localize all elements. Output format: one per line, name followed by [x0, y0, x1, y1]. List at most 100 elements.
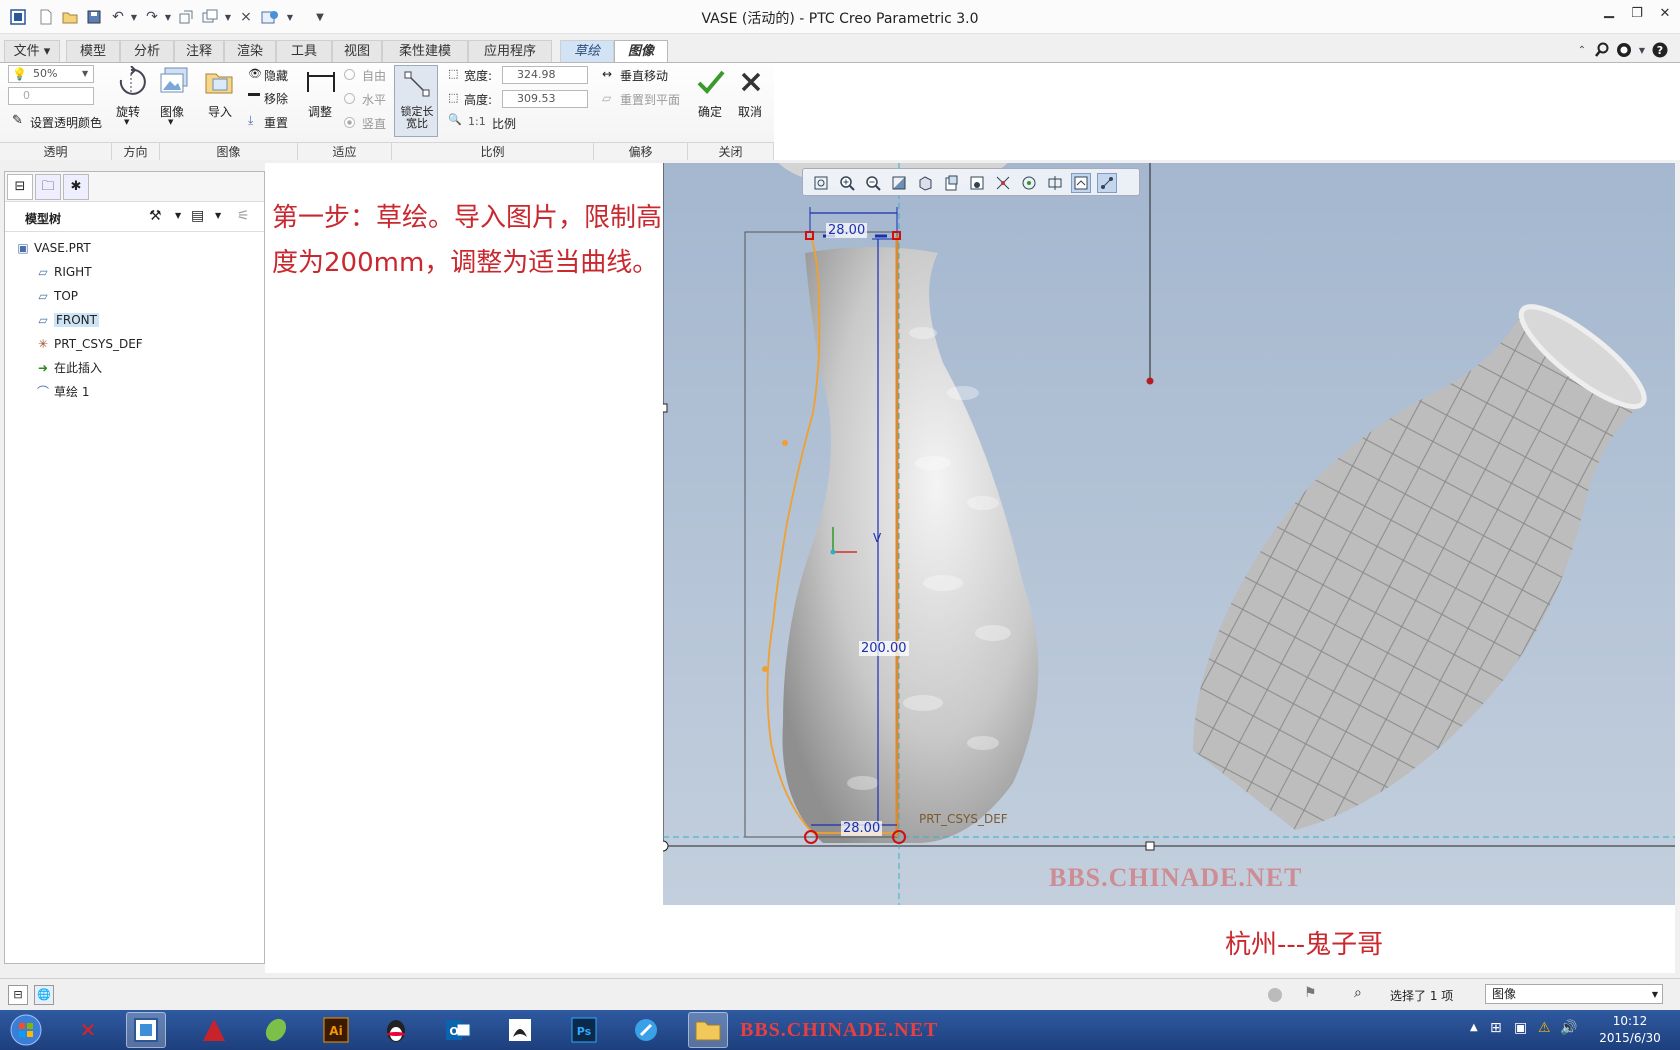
sketch-overlay[interactable] [663, 163, 1675, 905]
datum-display-icon[interactable] [993, 173, 1013, 193]
spin-center-icon[interactable] [1019, 173, 1039, 193]
cancel-button[interactable]: 取消 [738, 103, 762, 120]
tab-analysis[interactable]: 分析 [120, 40, 174, 62]
taskbar-acrobat-icon[interactable] [500, 1012, 540, 1048]
tree-item-csys[interactable]: ✳ PRT_CSYS_DEF [35, 334, 143, 354]
taskbar-browser-icon[interactable] [626, 1012, 666, 1048]
display-style-icon[interactable] [915, 173, 935, 193]
tray-volume-icon[interactable]: 🔊 [1560, 1020, 1577, 1036]
horizontal-radio[interactable] [344, 93, 355, 104]
favorites-tab-icon[interactable]: ✱ [63, 174, 89, 200]
ok-icon[interactable] [694, 65, 728, 99]
restore-icon[interactable]: ❐ [1626, 6, 1648, 26]
sketcher-display-icon[interactable] [1097, 173, 1117, 193]
community-icon[interactable] [1614, 40, 1634, 60]
import-button[interactable]: 导入 [208, 103, 232, 120]
hide-button[interactable]: 隐藏 [264, 67, 288, 84]
collapse-ribbon-icon[interactable]: ⌃ [1572, 40, 1592, 60]
tree-item-part[interactable]: ▣ VASE.PRT [15, 238, 90, 258]
adjust-button[interactable]: 调整 [308, 103, 332, 120]
tab-tools[interactable]: 工具 [276, 40, 332, 62]
tree-settings-icon[interactable]: ⚒ [149, 208, 162, 224]
tree-item-insert-here[interactable]: ➜ 在此插入 [35, 358, 102, 378]
tray-network-icon[interactable]: ▣ [1514, 1020, 1527, 1036]
sketch-view-icon[interactable] [1071, 173, 1091, 193]
taskbar-illustrator-icon[interactable]: Ai [316, 1012, 356, 1048]
lock-aspect-ratio-toggle[interactable]: 锁定长宽比 [394, 65, 438, 137]
graphics-canvas[interactable]: 28.00 V 200.00 28.00 PRT_CSYS_DEF BBS.CH… [663, 163, 1675, 905]
reset-button[interactable]: 重置 [264, 114, 288, 131]
ratio-button[interactable]: 比例 [492, 115, 516, 132]
tree-item-front[interactable]: ▱ FRONT [35, 310, 99, 330]
top-width-dimension[interactable]: 28.00 [826, 223, 868, 238]
vertical-radio[interactable] [344, 117, 355, 128]
tree-item-sketch[interactable]: ⌒ 草绘 1 [35, 382, 89, 402]
adjust-icon[interactable] [304, 65, 338, 99]
taskbar-app-red-x-icon[interactable]: ✕ [68, 1012, 108, 1048]
width-input[interactable]: 324.98 [502, 66, 588, 84]
taskbar-qq-icon[interactable] [376, 1012, 416, 1048]
free-radio[interactable] [344, 69, 355, 80]
zoom-in-icon[interactable] [837, 173, 857, 193]
tray-windows-icon[interactable]: ⊞ [1490, 1020, 1502, 1036]
transparency-dropdown-icon[interactable]: ▼ [82, 69, 88, 78]
model-tree-tab-icon[interactable]: ⊟ [7, 174, 33, 200]
tray-expand-icon[interactable]: ▲ [1470, 1022, 1478, 1033]
help-icon[interactable]: ? [1650, 40, 1670, 60]
browser-toggle-icon[interactable]: 🌐 [34, 985, 54, 1005]
tree-filter-icon[interactable]: ⚟ [237, 208, 250, 224]
start-button-icon[interactable] [6, 1012, 46, 1048]
rotate-dropdown-icon[interactable]: ▼ [124, 118, 129, 126]
tree-settings-dropdown-icon[interactable]: ▼ [175, 211, 181, 220]
image-dropdown-icon[interactable]: ▼ [168, 118, 173, 126]
taskbar-photoshop-icon[interactable]: Ps [564, 1012, 604, 1048]
ok-button[interactable]: 确定 [698, 103, 722, 120]
tab-applications[interactable]: 应用程序 [468, 40, 552, 62]
minimize-icon[interactable]: ▁ [1598, 4, 1620, 24]
folder-browser-tab-icon[interactable]: 🗀 [35, 174, 61, 200]
height-dimension[interactable]: 200.00 [859, 641, 909, 656]
bottom-width-dimension[interactable]: 28.00 [841, 821, 883, 836]
taskbar-clock[interactable]: 10:12 2015/6/30 [1590, 1013, 1670, 1047]
reset-to-plane-button[interactable]: 重置到平面 [620, 91, 680, 108]
zoom-out-icon[interactable] [863, 173, 883, 193]
transparency-secondary-input[interactable]: 0 [8, 87, 94, 105]
tab-annotate[interactable]: 注释 [174, 40, 224, 62]
rotate-icon[interactable] [114, 65, 148, 99]
tab-view[interactable]: 视图 [332, 40, 382, 62]
taskbar-outlook-icon[interactable]: O [438, 1012, 478, 1048]
taskbar-creo-icon[interactable] [126, 1012, 166, 1048]
cancel-icon[interactable] [734, 65, 768, 99]
selection-filter-select[interactable]: 图像 ▼ [1485, 984, 1663, 1004]
show-dropdown-icon[interactable]: ▼ [215, 211, 221, 220]
saved-orientations-icon[interactable] [941, 173, 961, 193]
tab-file[interactable]: 文件 ▾ [4, 40, 60, 62]
find-icon[interactable]: ⌕ [1354, 985, 1362, 1001]
community-dropdown-icon[interactable]: ▼ [1632, 40, 1652, 60]
vertical-move-button[interactable]: 垂直移动 [620, 67, 668, 84]
image-icon[interactable] [158, 65, 192, 99]
view-manager-icon[interactable] [967, 173, 987, 193]
height-input[interactable]: 309.53 [502, 90, 588, 108]
tray-alert-icon[interactable]: ⚠ [1538, 1020, 1551, 1036]
repaint-icon[interactable] [889, 173, 909, 193]
navigator-toggle-icon[interactable]: ⊟ [8, 985, 28, 1005]
close-icon[interactable]: ✕ [1654, 6, 1676, 26]
tree-item-top[interactable]: ▱ TOP [35, 286, 78, 306]
tree-item-right[interactable]: ▱ RIGHT [35, 262, 91, 282]
tab-flexible-modeling[interactable]: 柔性建模 [382, 40, 468, 62]
taskbar-leaf-icon[interactable] [256, 1012, 296, 1048]
refit-icon[interactable] [811, 173, 831, 193]
flag-icon[interactable]: ⚑ [1304, 985, 1317, 1001]
taskbar-explorer-icon[interactable] [688, 1012, 728, 1048]
show-icon[interactable]: ▤ [191, 208, 204, 224]
import-image-icon[interactable] [202, 65, 236, 99]
annotation-display-icon[interactable] [1045, 173, 1065, 193]
tab-sketch[interactable]: 草绘 [560, 40, 614, 62]
filter-dropdown-icon[interactable]: ▼ [1652, 986, 1658, 1004]
taskbar-autocad-icon[interactable] [194, 1012, 234, 1048]
search-icon[interactable] [1592, 40, 1612, 60]
tab-render[interactable]: 渲染 [224, 40, 276, 62]
set-transparent-color-button[interactable]: 设置透明颜色 [30, 114, 102, 131]
tab-model[interactable]: 模型 [66, 40, 120, 62]
